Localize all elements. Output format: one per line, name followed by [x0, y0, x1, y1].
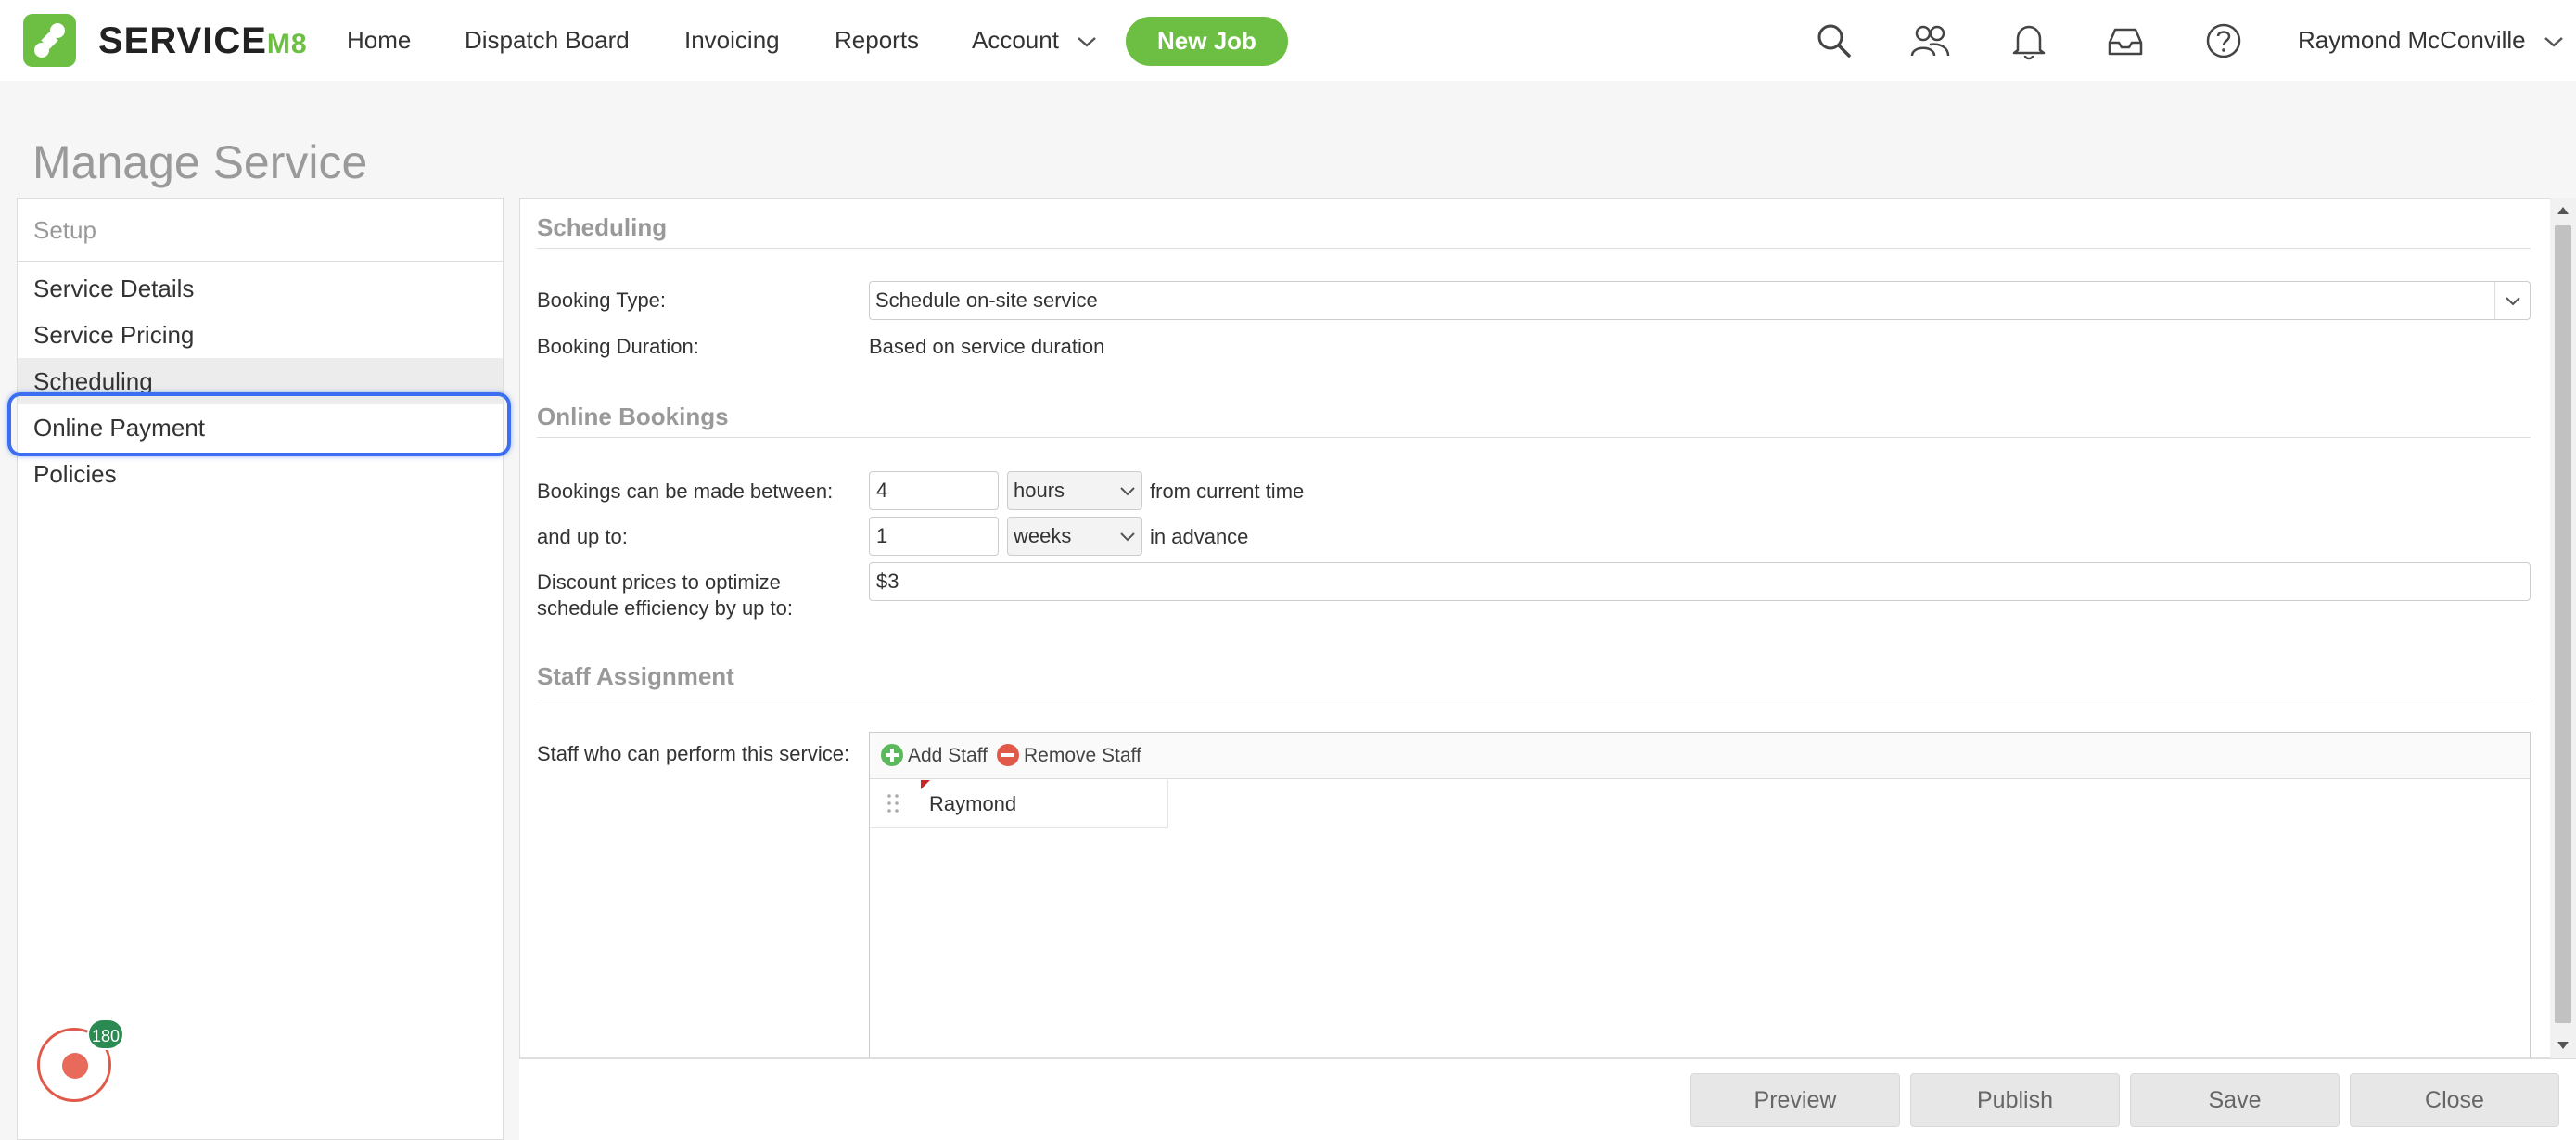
section-divider: [537, 248, 2531, 249]
people-icon[interactable]: [1909, 20, 1950, 61]
publish-button[interactable]: Publish: [1910, 1073, 2120, 1127]
brand-name: SERVICE: [98, 20, 267, 61]
inbox-icon[interactable]: [2105, 20, 2146, 61]
chevron-down-icon: [1114, 518, 1141, 555]
servicem8-logo-icon[interactable]: [23, 14, 76, 67]
nav-home[interactable]: Home: [347, 24, 411, 56]
scroll-up-icon[interactable]: [2557, 207, 2569, 214]
bookings-between-unit-value: hours: [1014, 479, 1065, 502]
booking-type-value: Schedule on-site service: [875, 288, 1098, 312]
bookings-between-input[interactable]: [869, 471, 999, 510]
booking-type-label: Booking Type:: [537, 288, 667, 312]
nav-account[interactable]: Account: [972, 24, 1097, 56]
nav-dispatch-board[interactable]: Dispatch Board: [465, 24, 630, 56]
brand-suffix: M8: [266, 29, 308, 59]
section-title-scheduling: Scheduling: [537, 213, 668, 241]
up-to-unit-value: weeks: [1014, 524, 1072, 547]
remove-staff-label: Remove Staff: [1024, 745, 1141, 766]
new-job-button[interactable]: New Job: [1126, 17, 1288, 66]
scroll-thumb[interactable]: [2555, 225, 2571, 1023]
nav-account-label: Account: [972, 26, 1059, 54]
user-name: Raymond McConville: [2298, 26, 2526, 54]
section-title-staff-assignment: Staff Assignment: [537, 662, 734, 690]
bookings-between-suffix: from current time: [1150, 480, 1305, 503]
section-divider: [537, 437, 2531, 438]
bookings-between-unit-select[interactable]: hours: [1007, 471, 1142, 510]
staff-row[interactable]: Raymond: [870, 780, 1168, 828]
scroll-down-icon[interactable]: [2557, 1042, 2569, 1049]
help-icon[interactable]: [2203, 20, 2244, 61]
chevron-down-icon: [2544, 37, 2563, 47]
staff-list: Add Staff Remove Staff Raymond: [869, 732, 2531, 1057]
remove-staff-button[interactable]: Remove Staff: [997, 744, 1141, 768]
setup-list: Service Details Service Pricing Scheduli…: [18, 262, 503, 497]
setup-item-service-details[interactable]: Service Details: [18, 265, 503, 312]
chevron-down-icon: [1078, 37, 1097, 47]
preview-button[interactable]: Preview: [1690, 1073, 1900, 1127]
top-navigation-bar: SERVICEM8 Home Dispatch Board Invoicing …: [0, 0, 2576, 81]
brand-wordmark: SERVICEM8: [98, 20, 308, 65]
bell-icon[interactable]: [2009, 20, 2049, 61]
section-title-online-bookings: Online Bookings: [537, 403, 729, 430]
setup-item-service-pricing[interactable]: Service Pricing: [18, 312, 503, 358]
booking-duration-label: Booking Duration:: [537, 335, 699, 358]
add-icon: [881, 744, 903, 766]
setup-sidebar: Setup Service Details Service Pricing Sc…: [17, 198, 504, 1140]
discount-input[interactable]: [869, 562, 2531, 601]
staff-name: Raymond: [929, 792, 1017, 815]
add-staff-button[interactable]: Add Staff: [881, 744, 988, 768]
modified-marker: [921, 780, 930, 789]
booking-duration-value: Based on service duration: [869, 335, 1105, 358]
save-button[interactable]: Save: [2130, 1073, 2340, 1127]
setup-header: Setup: [18, 199, 503, 262]
close-button[interactable]: Close: [2350, 1073, 2559, 1127]
nav-reports[interactable]: Reports: [835, 24, 919, 56]
record-badge: 180: [87, 1018, 124, 1050]
staff-label: Staff who can perform this service:: [537, 742, 850, 765]
nav-invoicing[interactable]: Invoicing: [684, 24, 780, 56]
add-staff-label: Add Staff: [908, 745, 988, 766]
setup-item-policies[interactable]: Policies: [18, 451, 503, 497]
staff-toolbar: Add Staff Remove Staff: [870, 733, 2530, 779]
remove-icon: [997, 744, 1019, 766]
user-menu[interactable]: Raymond McConville: [2298, 24, 2564, 56]
up-to-input[interactable]: [869, 517, 999, 556]
action-footer: Preview Publish Save Close: [519, 1058, 2576, 1140]
up-to-suffix: in advance: [1150, 525, 1249, 548]
scheduling-panel: Scheduling Booking Type: Schedule on-sit…: [519, 198, 2554, 1058]
chevron-down-icon: [1114, 472, 1141, 509]
page-title: Manage Service: [32, 136, 368, 188]
vertical-scrollbar[interactable]: [2550, 198, 2576, 1058]
focus-highlight: [7, 392, 511, 456]
booking-type-select[interactable]: Schedule on-site service: [869, 281, 2531, 320]
discount-label-line2: schedule efficiency by up to:: [537, 596, 793, 620]
up-to-label: and up to:: [537, 525, 628, 548]
up-to-unit-select[interactable]: weeks: [1007, 517, 1142, 556]
chevron-down-icon: [2494, 282, 2530, 319]
search-icon[interactable]: [1814, 20, 1855, 61]
discount-label-line1: Discount prices to optimize: [537, 570, 781, 594]
bookings-between-label: Bookings can be made between:: [537, 480, 834, 503]
record-dot-icon: [62, 1053, 88, 1079]
drag-handle-icon[interactable]: [886, 793, 899, 813]
